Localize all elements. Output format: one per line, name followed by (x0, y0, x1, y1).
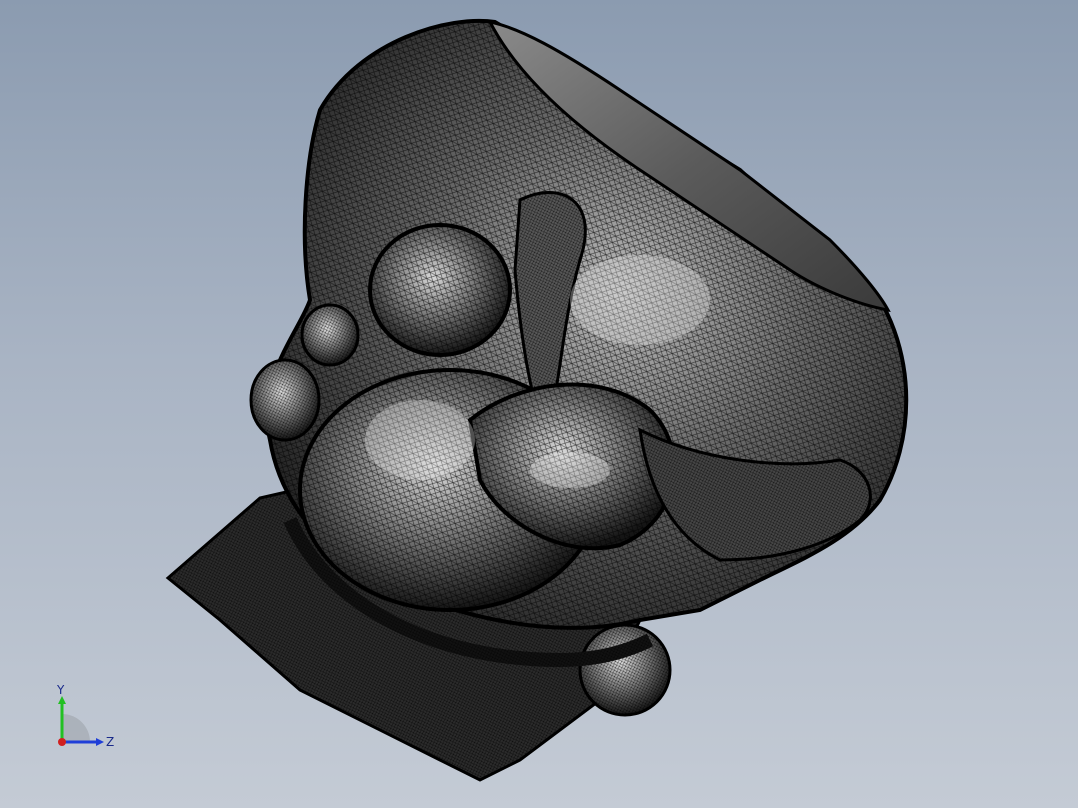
bottom-ball-shape (578, 623, 672, 717)
z-axis-label: Z (106, 735, 114, 749)
y-axis-label: Y (56, 683, 65, 697)
axis-triad: Y Z (56, 683, 114, 749)
mesh-model-view[interactable] (0, 0, 1078, 808)
graphics-viewport[interactable]: Y Z (0, 0, 1078, 808)
upper-lobe-shape (368, 223, 512, 357)
x-axis-dot-icon (58, 738, 66, 746)
y-axis-arrow-icon (58, 696, 66, 704)
triad-plane-shape (62, 714, 90, 742)
z-axis-arrow-icon (96, 738, 104, 746)
